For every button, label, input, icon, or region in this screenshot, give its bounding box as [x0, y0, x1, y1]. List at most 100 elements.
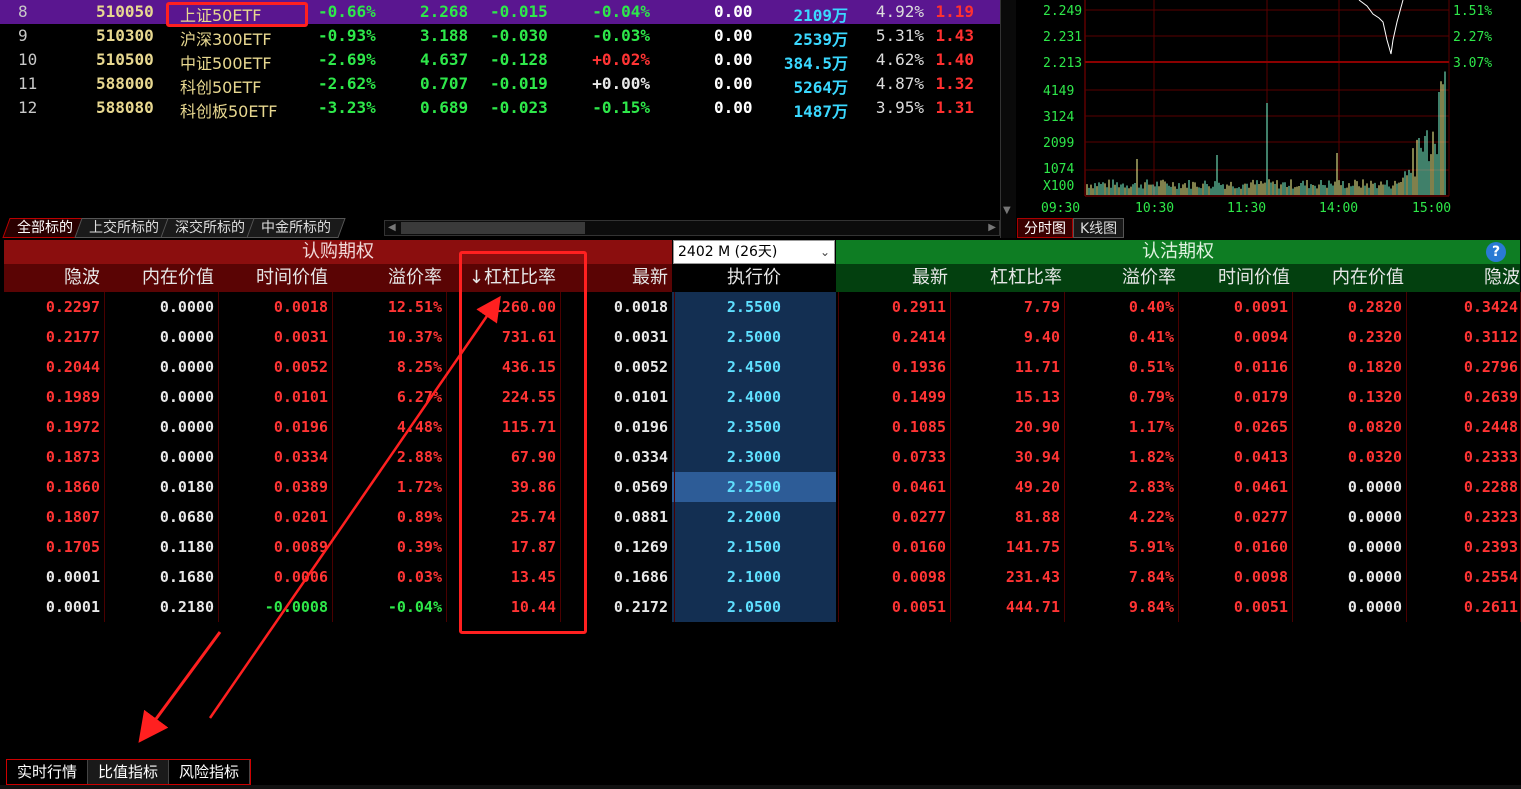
change-percent: -2.69%	[318, 50, 376, 69]
tab-market-3[interactable]: 中金所标的	[246, 218, 346, 238]
put-last: 0.2911	[891, 298, 946, 316]
call-tv: 0.0201	[273, 508, 328, 526]
tab-market-1[interactable]: 上交所标的	[74, 218, 174, 238]
call-prem: 2.88%	[396, 448, 442, 466]
call-in: 0.0000	[159, 298, 214, 316]
tab-intraday-chart[interactable]: 分时图	[1017, 218, 1073, 238]
etf-row[interactable]: 10 510500 中证500ETF -2.69% 4.637 -0.128 +0.02% 0…	[0, 48, 1000, 73]
column-separator	[1406, 292, 1407, 622]
etf-row[interactable]: 9 510300 沪深300ETF -0.93% 3.188 -0.030 -0.03% 0.…	[0, 24, 1000, 49]
call-prem: 4.48%	[396, 418, 442, 436]
etf-row[interactable]: 12 588080 科创板50ETF -3.23% 0.689 -0.023 -0.15% 0…	[0, 96, 1000, 121]
put-col-header-3[interactable]: 时间价值	[1218, 264, 1290, 292]
tab-indicator-0[interactable]: 实时行情	[7, 760, 89, 784]
etf-list-vertical-scrollbar[interactable]: ▼	[1000, 0, 1016, 238]
put-lev: 444.71	[1005, 598, 1060, 616]
strike-price[interactable]: 2.2000	[672, 502, 836, 532]
put-col-header-4[interactable]: 内在价值	[1332, 264, 1404, 292]
put-in: 0.0000	[1347, 508, 1402, 526]
put-tv: 0.0277	[1233, 508, 1288, 526]
call-iv: 0.2044	[45, 358, 100, 376]
strike-price[interactable]: 2.5000	[672, 322, 836, 352]
call-tv: 0.0089	[273, 538, 328, 556]
call-options-title: 认购期权	[302, 241, 374, 262]
call-in: 0.2180	[159, 598, 214, 616]
call-col-header-1[interactable]: 内在价值	[142, 264, 214, 292]
scroll-right-arrow-icon[interactable]: ▶	[988, 222, 996, 233]
put-tv: 0.0094	[1233, 328, 1288, 346]
strike-price[interactable]: 2.1000	[672, 562, 836, 592]
strike-price[interactable]: 2.0500	[672, 592, 836, 622]
put-col-header-0[interactable]: 最新	[912, 264, 948, 292]
call-iv: 0.1989	[45, 388, 100, 406]
strike-price[interactable]: 2.3500	[672, 412, 836, 442]
put-last: 0.0098	[891, 568, 946, 586]
annotation-box-leverage-column	[459, 251, 587, 634]
scroll-left-arrow-icon[interactable]: ◀	[388, 222, 396, 233]
call-last: 0.0018	[613, 298, 668, 316]
volume-axis-label: 2099	[1043, 136, 1074, 151]
call-iv: 0.1873	[45, 448, 100, 466]
strike-column-header[interactable]: 执行价	[672, 264, 836, 292]
put-lev: 30.94	[1014, 448, 1060, 466]
strike-price[interactable]: 2.3000	[672, 442, 836, 472]
call-col-header-2[interactable]: 时间价值	[256, 264, 328, 292]
speed-percent: +0.02%	[592, 50, 650, 69]
put-col-header-1[interactable]: 杠杠比率	[990, 264, 1062, 292]
put-iv: 0.2639	[1463, 388, 1518, 406]
put-prem: 5.91%	[1128, 538, 1174, 556]
ratio: 1.19	[935, 2, 974, 21]
strike-price[interactable]: 2.5500	[672, 292, 836, 322]
etf-row[interactable]: 8 510050 上证50ETF -0.66% 2.268 -0.015 -0.04% 0.0…	[0, 0, 1000, 25]
price-axis-label: 2.249	[1043, 4, 1082, 19]
put-last: 0.1936	[891, 358, 946, 376]
rate-percent: 4.62%	[875, 50, 924, 69]
price-axis-label: 2.213	[1043, 56, 1082, 71]
call-col-header-0[interactable]: 隐波	[64, 264, 100, 292]
change-amount: -0.128	[490, 50, 548, 69]
strike-price[interactable]: 2.1500	[672, 532, 836, 562]
strike-column-label: 执行价	[727, 267, 781, 288]
put-tv: 0.0116	[1233, 358, 1288, 376]
tab-market-2[interactable]: 深交所标的	[160, 218, 260, 238]
call-col-header-5[interactable]: 最新	[632, 264, 668, 292]
etf-list-horizontal-scrollbar[interactable]: ◀ ▶	[384, 220, 1000, 236]
put-col-header-2[interactable]: 溢价率	[1122, 264, 1176, 292]
expiry-value: 2402 M (26天)	[678, 244, 778, 260]
put-lev: 11.71	[1014, 358, 1060, 376]
strike-price[interactable]: 2.2500	[672, 472, 836, 502]
column-separator	[218, 292, 219, 622]
expiry-month-select[interactable]: 2402 M (26天) ⌄	[673, 240, 835, 264]
put-col-header-5[interactable]: 隐波	[1484, 264, 1520, 292]
call-iv: 0.1860	[45, 478, 100, 496]
annotation-arrow-down	[138, 631, 222, 743]
put-prem: 1.82%	[1128, 448, 1174, 466]
scroll-thumb[interactable]	[401, 222, 585, 234]
call-in: 0.1180	[159, 538, 214, 556]
help-icon[interactable]: ?	[1486, 242, 1506, 262]
strike-price[interactable]: 2.4000	[672, 382, 836, 412]
price: 2.268	[420, 2, 469, 21]
time-axis-label: 09:30	[1041, 201, 1080, 216]
put-last: 0.2414	[891, 328, 946, 346]
call-col-header-3[interactable]: 溢价率	[388, 264, 442, 292]
put-last: 0.0277	[891, 508, 946, 526]
volume: 2109万	[793, 6, 848, 25]
column-separator	[674, 292, 675, 622]
strike-price[interactable]: 2.4500	[672, 352, 836, 382]
put-in: 0.1820	[1347, 358, 1402, 376]
put-prem: 7.84%	[1128, 568, 1174, 586]
put-lev: 231.43	[1005, 568, 1060, 586]
intraday-mini-chart[interactable]: 2.249 1.51% 2.231 2.27% 2.213 3.07% 4149 3124 20…	[1017, 0, 1521, 218]
scroll-down-arrow-icon[interactable]: ▼	[1003, 205, 1011, 216]
tab-indicator-1[interactable]: 比值指标	[88, 760, 170, 784]
put-prem: 1.17%	[1128, 418, 1174, 436]
column-separator	[950, 292, 951, 622]
etf-row[interactable]: 11 588000 科创50ETF -2.62% 0.707 -0.019 +0.00% 0.…	[0, 72, 1000, 97]
etf-code: 510500	[96, 50, 154, 69]
tab-kline-chart[interactable]: K线图	[1073, 218, 1125, 238]
call-iv: 0.1972	[45, 418, 100, 436]
tab-indicator-2[interactable]: 风险指标	[169, 760, 251, 784]
time-axis-label: 11:30	[1227, 201, 1266, 216]
call-in: 0.0000	[159, 358, 214, 376]
